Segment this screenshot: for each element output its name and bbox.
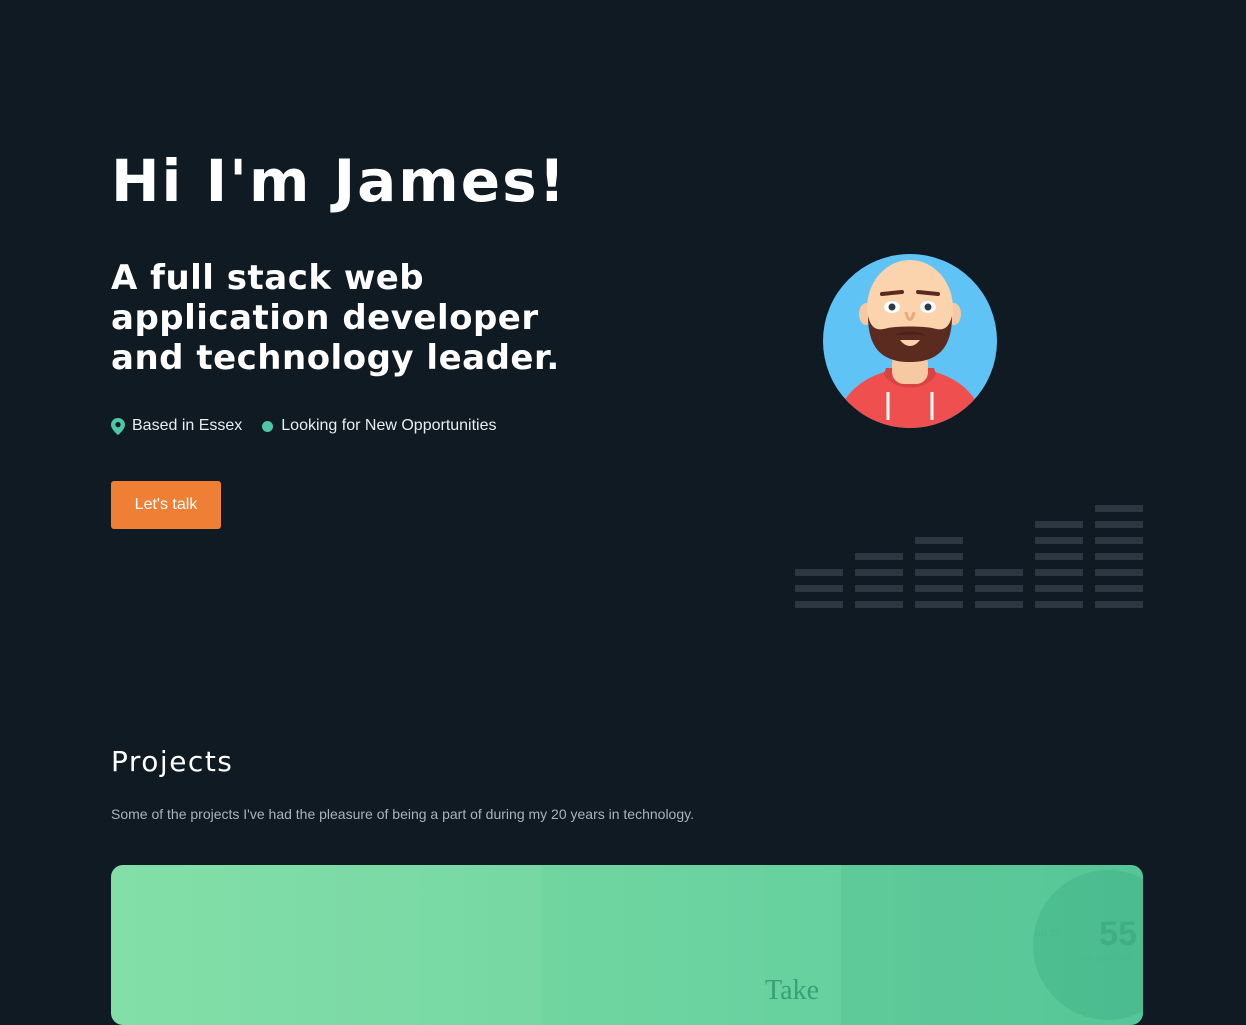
card-image-panel [111,865,541,1025]
card-badge-prefix: up to [1034,927,1059,939]
status-label: Looking for New Opportunities [281,417,497,434]
card-badge-suffix: on selected [1081,953,1133,964]
location-label: Based in Essex [132,417,243,434]
hero-title: Hi I'm James! [111,147,568,215]
projects-heading: Projects [111,745,234,778]
equalizer-decoration [795,505,1143,608]
map-pin-icon [111,417,125,435]
avatar [823,254,997,428]
project-card[interactable]: up to 55 on selected Take [111,865,1143,1025]
hero-meta: Based in Essex Looking for New Opportuni… [111,417,517,435]
projects-description: Some of the projects I've had the pleasu… [111,806,694,822]
lets-talk-button[interactable]: Let's talk [111,481,221,529]
hero-subtitle: A full stack web application developer a… [111,258,560,378]
card-caption: Take [765,975,820,1006]
card-badge-number: 55 [1099,915,1137,953]
status-dot-icon [262,420,274,432]
location-item: Based in Essex [111,417,242,435]
status-item: Looking for New Opportunities [262,417,497,435]
